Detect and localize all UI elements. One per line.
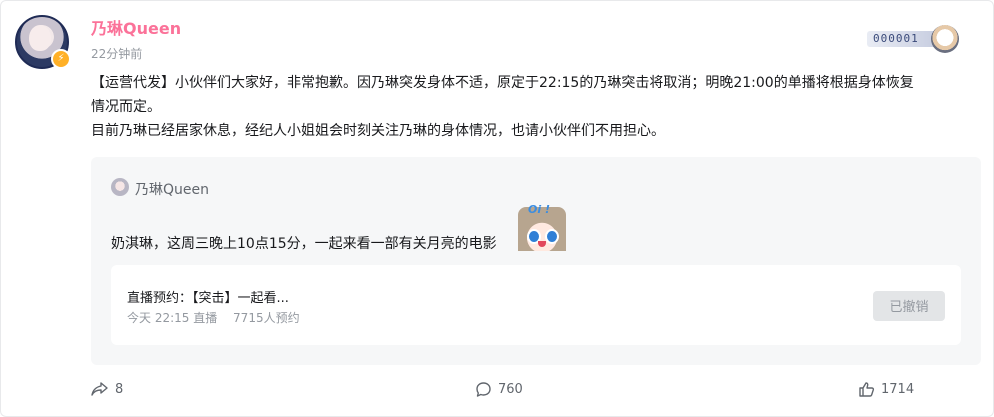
post-content: 【运营代发】小伙伴们大家好，非常抱歉。因乃琳突发身体不适，原定于22:15的乃琳… [91,71,971,143]
share-icon [91,382,108,396]
live-time: 今天 22:15 直播 [127,311,218,325]
live-meta: 今天 22:15 直播 7715人预约 [127,309,312,326]
quoted-avatar[interactable] [111,178,129,196]
like-icon [859,382,875,397]
live-reservations: 7715人预约 [233,311,300,325]
avatar-face [29,25,51,51]
revoked-button[interactable]: 已撤销 [873,291,945,321]
share-count: 8 [115,381,124,397]
fan-badge[interactable]: 000001 [867,25,963,53]
fan-badge-number: 000001 [873,32,919,45]
comment-button[interactable]: 760 [475,381,523,398]
username[interactable]: 乃琳Queen [91,15,181,39]
content-line: 情况而定。 [91,99,161,115]
live-title: 直播预约：【突击】一起看... [127,291,289,306]
content-line: 【运营代发】小伙伴们大家好，非常抱歉。因乃琳突发身体不适，原定于22:15的乃琳… [91,75,914,91]
quoted-username[interactable]: 乃琳Queen [135,179,209,199]
like-count: 1714 [881,382,915,397]
timestamp[interactable]: 22分钟前 [91,45,142,62]
badge-icon: ⚡ [51,49,71,69]
sticker-eye [545,229,559,244]
avatar[interactable]: ⚡ [15,15,71,69]
quoted-text: 奶淇琳，这周三晚上10点15分，一起来看一部有关月亮的电影 [111,236,497,252]
comment-icon [476,382,491,397]
like-button[interactable]: 1714 [858,381,914,398]
live-reservation-card[interactable]: 直播预约：【突击】一起看... 今天 22:15 直播 7715人预约 已撤销 [111,265,961,345]
content-line: 目前乃琳已经居家休息，经纪人小姐姐会时刻关注乃琳的身体情况，也请小伙伴们不用担心… [91,123,665,139]
quoted-post[interactable]: 乃琳Queen 奶淇琳，这周三晚上10点15分，一起来看一部有关月亮的电影 Oi… [91,157,981,365]
comment-count: 760 [498,382,523,397]
sticker-text: Oi ! [528,203,550,216]
dynamic-card: ⚡ 乃琳Queen 22分钟前 000001 【运营代发】小伙伴们大家好，非常抱… [0,0,994,417]
fan-badge-avatar [931,25,959,53]
sticker-emoji: Oi ! [518,203,566,251]
share-button[interactable]: 8 [91,381,123,397]
